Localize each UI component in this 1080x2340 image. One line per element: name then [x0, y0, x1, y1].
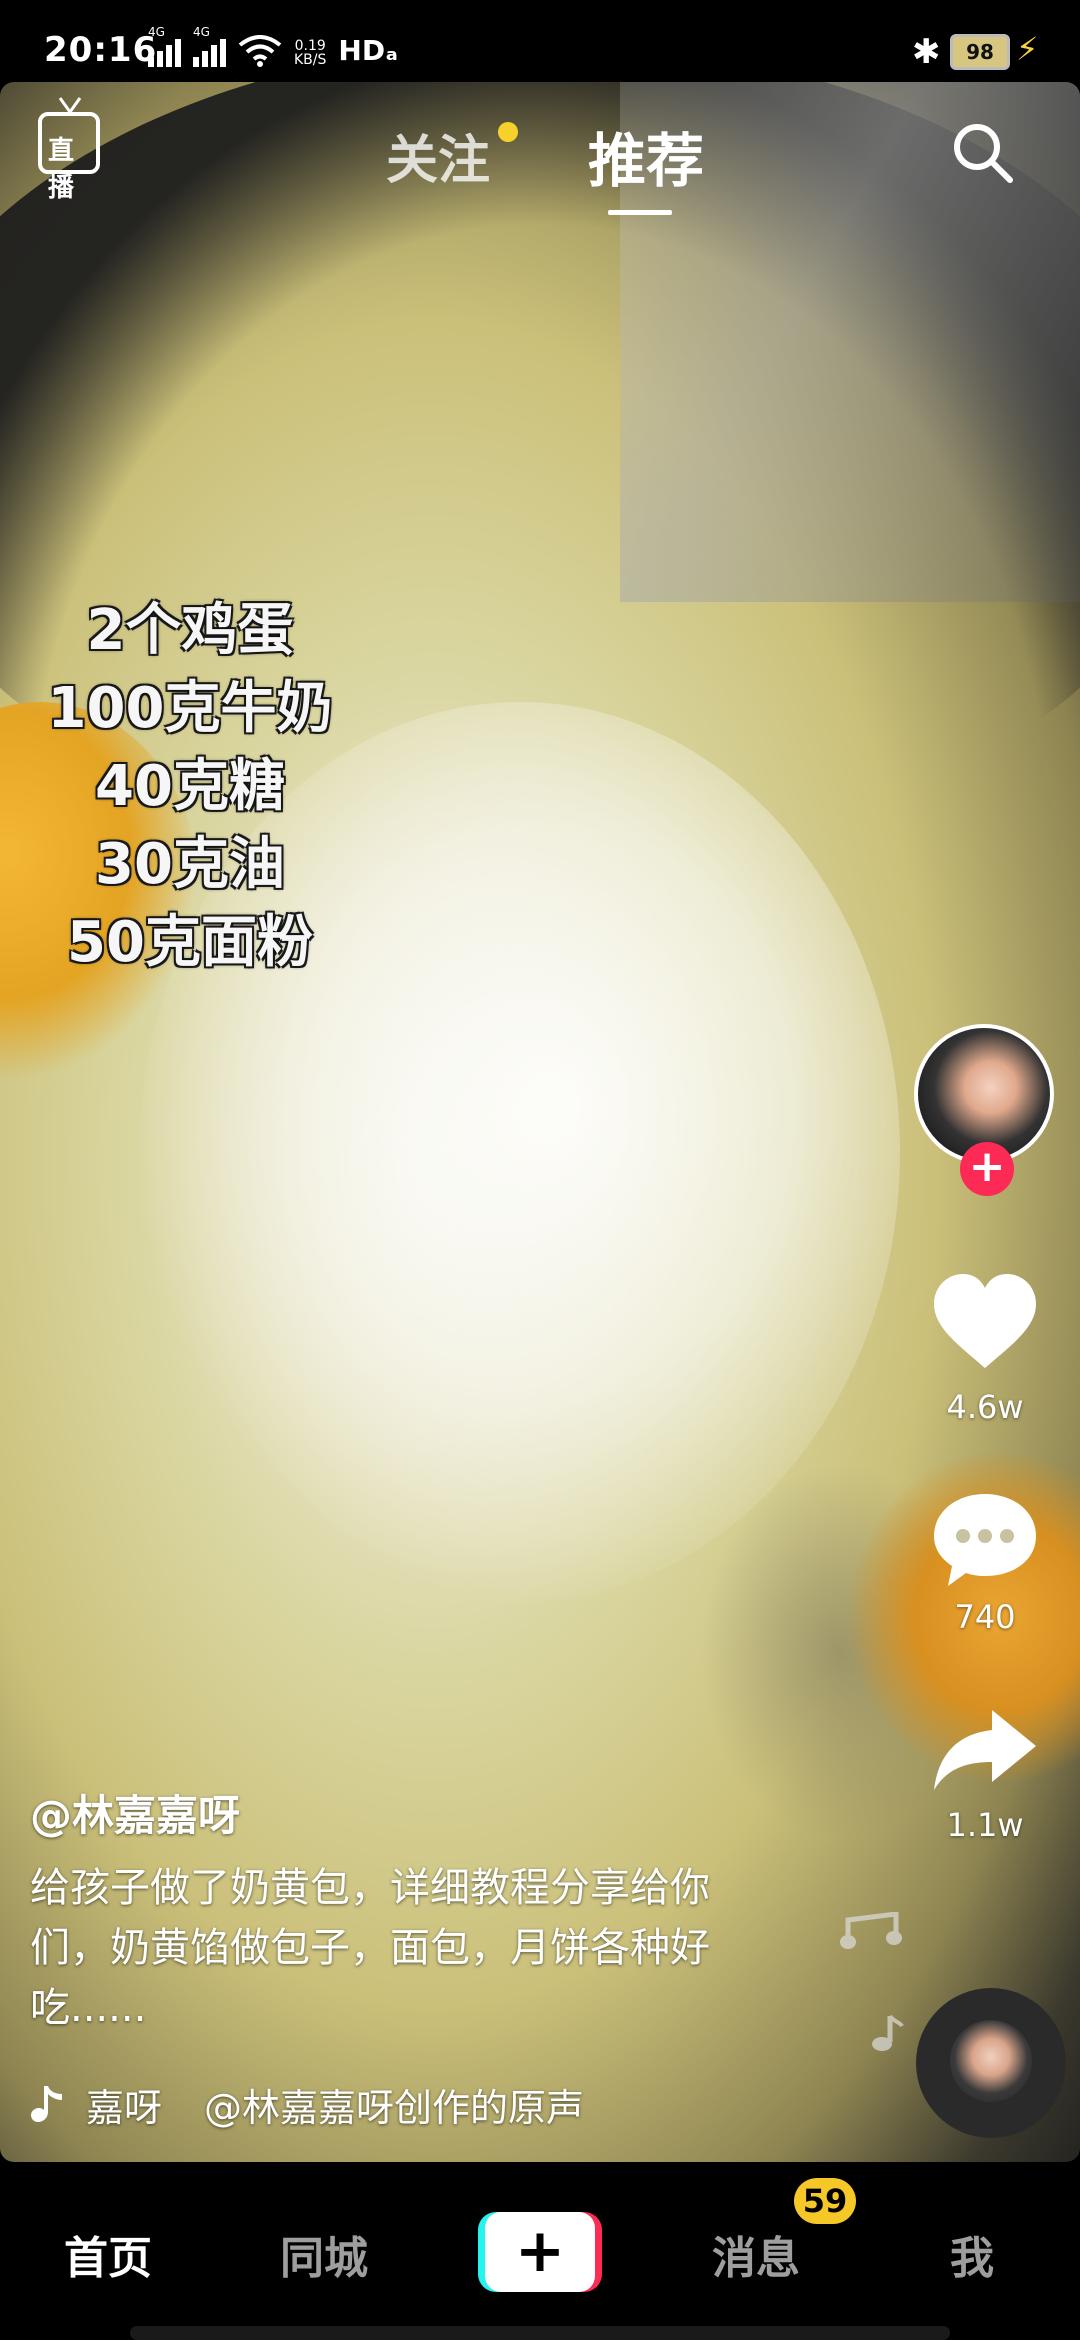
messages-badge: 59: [794, 2178, 856, 2224]
follow-button[interactable]: +: [960, 1142, 1014, 1196]
active-tab-indicator: [608, 210, 672, 215]
tab-messages[interactable]: 消息: [712, 2222, 800, 2286]
tab-recommended[interactable]: 推荐: [588, 114, 704, 198]
heart-icon[interactable]: [930, 1272, 1040, 1372]
video-player[interactable]: 2个鸡蛋 100克牛奶 40克糖 30克油 50克面粉: [0, 82, 1080, 2162]
tab-home[interactable]: 首页: [64, 2222, 152, 2286]
status-time: 20:16: [44, 30, 158, 70]
live-button[interactable]: 直播: [38, 97, 100, 203]
music-disc-cover: [950, 2020, 1032, 2102]
music-source: @林嘉嘉呀创作的原声: [204, 2085, 585, 2130]
search-icon[interactable]: [950, 120, 1014, 184]
tab-following[interactable]: 关注: [386, 118, 490, 193]
comment-count: 740: [954, 1598, 1016, 1636]
battery-icon: 98: [950, 34, 1010, 70]
recipe-line: 40克糖: [95, 754, 285, 819]
status-bar: 20:16 4G 4G 0.19 KB/S HDₐ ✱ 98 ⚡: [0, 0, 1080, 82]
music-note-icon: [31, 2086, 62, 2122]
music-info[interactable]: 嘉呀 @林嘉嘉呀创作的原声: [30, 2076, 584, 2132]
video-description[interactable]: 给孩子做了奶黄包，详细教程分享给你们，奶黄馅做包子，面包，月饼各种好吃.....…: [30, 1858, 770, 2038]
hd-indicator: HDₐ: [338, 34, 398, 67]
signal-icon-2: 4G: [193, 25, 226, 67]
floating-music-note-icon: [872, 2014, 904, 2051]
music-title: 嘉呀: [86, 2085, 163, 2130]
charging-icon: ⚡: [1016, 30, 1039, 68]
recipe-line: 30克油: [95, 832, 285, 897]
comment-icon[interactable]: [930, 1490, 1040, 1590]
create-button[interactable]: +: [478, 2212, 602, 2292]
recipe-line: 2个鸡蛋: [86, 598, 294, 663]
tab-me[interactable]: 我: [950, 2222, 994, 2286]
tv-antenna-icon: [58, 97, 82, 114]
bluetooth-icon: ✱: [912, 32, 941, 72]
recipe-line: 100克牛奶: [47, 676, 333, 741]
home-indicator[interactable]: [130, 2326, 950, 2340]
network-speed: 0.19 KB/S: [294, 38, 327, 68]
network-indicators: 4G 4G 0.19 KB/S HDₐ: [148, 25, 398, 68]
like-count: 4.6w: [946, 1388, 1024, 1426]
recipe-overlay-text: 2个鸡蛋 100克牛奶 40克糖 30克油 50克面粉: [30, 592, 350, 982]
share-count: 1.1w: [946, 1806, 1024, 1844]
author-name[interactable]: @林嘉嘉呀: [30, 1782, 240, 1843]
following-new-dot: [498, 122, 518, 142]
signal-icon-1: 4G: [148, 25, 181, 67]
floating-music-note-icon: [840, 1912, 902, 1949]
plus-icon: +: [485, 2212, 595, 2292]
live-label: 直播: [48, 136, 75, 203]
tab-nearby[interactable]: 同城: [280, 2222, 368, 2286]
recipe-line: 50克面粉: [67, 910, 313, 975]
wifi-icon: [238, 35, 282, 67]
share-icon[interactable]: [930, 1706, 1040, 1796]
